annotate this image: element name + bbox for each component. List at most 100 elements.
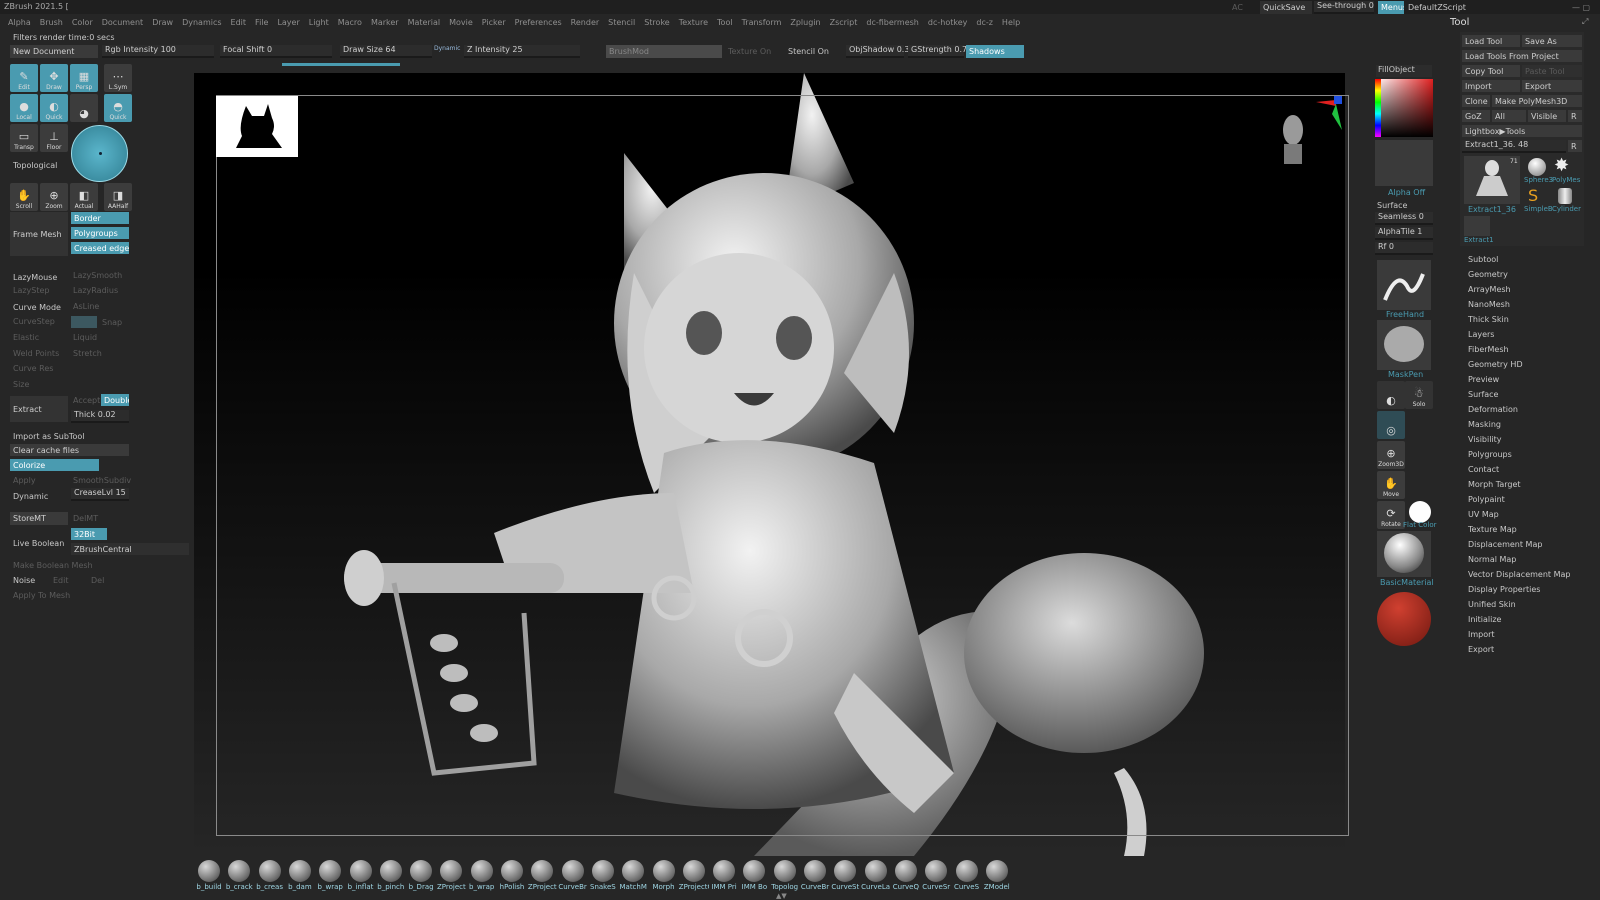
live-boolean-button[interactable]: Live Boolean (13, 539, 64, 548)
size-slider[interactable]: Size (13, 380, 29, 389)
alphatile-slider[interactable]: AlphaTile 1 (1375, 227, 1433, 240)
freehand-stroke-icon[interactable] (1377, 260, 1431, 310)
menu-stroke[interactable]: Stroke (644, 18, 670, 27)
border-toggle[interactable]: Border (71, 212, 129, 224)
zoom3d-button[interactable]: ⊕ Zoom3D (1377, 441, 1405, 469)
polygroups-toggle[interactable]: Polygroups (71, 227, 129, 239)
brush-curvesr[interactable]: CurveSr (921, 860, 951, 891)
menus-button[interactable]: Menus (1378, 1, 1404, 14)
aahalf-button[interactable]: ◨ AAHalf (104, 183, 132, 211)
brush-b-wrap[interactable]: b_wrap (315, 860, 345, 891)
smoothsubdiv-button[interactable]: SmoothSubdiv (73, 476, 131, 485)
edit-button[interactable]: ✎ Edit (10, 64, 38, 92)
brush-b-pinch[interactable]: b_pinch (376, 860, 406, 891)
brushmod-slider[interactable]: BrushMod (606, 45, 722, 58)
subpalette-displacement-map[interactable]: Displacement Map (1468, 540, 1542, 549)
brush-b-build[interactable]: b_build (194, 860, 224, 891)
subpalette-surface[interactable]: Surface (1468, 390, 1498, 399)
brush-b-dam[interactable]: b_dam (285, 860, 315, 891)
draw-button[interactable]: ✥ Draw (40, 64, 68, 92)
subpalette-arraymesh[interactable]: ArrayMesh (1468, 285, 1511, 294)
subpalette-layers[interactable]: Layers (1468, 330, 1494, 339)
navigation-thumbnail[interactable] (216, 96, 298, 157)
subpalette-vector-displacement-map[interactable]: Vector Displacement Map (1468, 570, 1570, 579)
solo-button[interactable]: ☃ Solo (1405, 381, 1433, 409)
subpalette-preview[interactable]: Preview (1468, 375, 1499, 384)
rf-slider[interactable]: Rf 0 (1375, 242, 1433, 255)
subpalette-fibermesh[interactable]: FiberMesh (1468, 345, 1509, 354)
brush-imm-pri[interactable]: IMM Pri (709, 860, 739, 891)
subpalette-geometry-hd[interactable]: Geometry HD (1468, 360, 1523, 369)
paste-tool-button[interactable]: Paste Tool (1522, 65, 1582, 77)
subpalette-morph-target[interactable]: Morph Target (1468, 480, 1521, 489)
stretch-button[interactable]: Stretch (73, 349, 102, 358)
r-button[interactable]: R (1568, 110, 1582, 122)
extract1-tool-icon[interactable] (1464, 216, 1490, 236)
menu-edit[interactable]: Edit (231, 18, 247, 27)
dynamic-icon[interactable]: ◐ (1377, 381, 1405, 409)
brush-b-creas[interactable]: b_creas (255, 860, 285, 891)
simplebrush-icon[interactable]: S (1528, 186, 1538, 205)
subpalette-texture-map[interactable]: Texture Map (1468, 525, 1517, 534)
menu-dc-fibermesh[interactable]: dc-fibermesh (866, 18, 919, 27)
window-controls-icon[interactable]: — ▢ (1572, 3, 1590, 12)
brush-topolog[interactable]: Topolog (770, 860, 800, 891)
extract-button[interactable]: Extract (10, 396, 68, 422)
brush-b-wrap[interactable]: b_wrap (467, 860, 497, 891)
brush-curvebr[interactable]: CurveBr (558, 860, 588, 891)
menu-alpha[interactable]: Alpha (8, 18, 31, 27)
actual-button[interactable]: ◧ Actual (70, 183, 98, 211)
subpalette-contact[interactable]: Contact (1468, 465, 1499, 474)
brush-zproject[interactable]: ZProject (436, 860, 466, 891)
import-as-subtool-button[interactable]: Import as SubTool (13, 432, 84, 441)
subpalette-polygroups[interactable]: Polygroups (1468, 450, 1512, 459)
axis-gizmo-icon[interactable] (1314, 94, 1344, 134)
subpalette-masking[interactable]: Masking (1468, 420, 1501, 429)
save-as-button[interactable]: Save As (1522, 35, 1582, 47)
menu-dc-hotkey[interactable]: dc-hotkey (928, 18, 967, 27)
focal-shift-slider[interactable]: Focal Shift 0 (220, 45, 332, 58)
menu-light[interactable]: Light (309, 18, 329, 27)
curvestep-slider[interactable]: CurveStep (13, 317, 55, 326)
menu-macro[interactable]: Macro (338, 18, 362, 27)
brush-curvest[interactable]: CurveSt (830, 860, 860, 891)
quicksave-button[interactable]: QuickSave (1260, 1, 1312, 14)
brush-morph[interactable]: Morph (649, 860, 679, 891)
subpalette-deformation[interactable]: Deformation (1468, 405, 1518, 414)
orientation-head-icon[interactable] (1278, 108, 1308, 168)
floor-button[interactable]: ⊥ Floor (40, 124, 68, 152)
objshadow-slider[interactable]: ObjShadow 0.3 (846, 45, 909, 58)
fillobject-button[interactable]: FillObject (1376, 65, 1432, 77)
l-sym-button[interactable]: ⋯ L.Sym (104, 64, 132, 92)
menu-help[interactable]: Help (1002, 18, 1020, 27)
local-button[interactable]: ● Local (10, 94, 38, 122)
creaselvl-slider[interactable]: CreaseLvl 15 (71, 488, 129, 501)
noise-edit-button[interactable]: Edit (53, 576, 69, 585)
subpalette-visibility[interactable]: Visibility (1468, 435, 1502, 444)
double-toggle[interactable]: Double (101, 394, 129, 406)
brush-b-drag[interactable]: b_Drag (406, 860, 436, 891)
menu-marker[interactable]: Marker (371, 18, 399, 27)
lazysmooth-slider[interactable]: LazySmooth (73, 271, 122, 280)
load-tool-button[interactable]: Load Tool (1462, 35, 1520, 47)
lazyradius-slider[interactable]: LazyRadius (73, 286, 118, 295)
subpalette-subtool[interactable]: Subtool (1468, 255, 1498, 264)
default-zscript[interactable]: DefaultZScript (1408, 3, 1466, 12)
menu-zscript[interactable]: Zscript (830, 18, 858, 27)
basic-material-slot[interactable] (1377, 531, 1431, 577)
menu-dc-z[interactable]: dc-z (976, 18, 993, 27)
material-button[interactable]: ◕ (70, 94, 98, 122)
rotate-button[interactable]: ⟳ Rotate (1377, 501, 1405, 529)
storemt-button[interactable]: StoreMT (10, 512, 68, 525)
dynamic-toggle[interactable]: Dynamic (434, 45, 460, 52)
dynamic-button[interactable]: Dynamic (13, 492, 48, 501)
noise-button[interactable]: Noise (13, 576, 35, 585)
menu-document[interactable]: Document (102, 18, 143, 27)
zoom-button[interactable]: ⊕ Zoom (40, 183, 68, 211)
brush-curveq[interactable]: CurveQ (891, 860, 921, 891)
frame-mesh-button[interactable]: Frame Mesh (10, 212, 68, 256)
visible-button[interactable]: Visible (1528, 110, 1566, 122)
colorize-toggle[interactable]: Colorize (10, 459, 99, 471)
brush-hpolish[interactable]: hPolish (497, 860, 527, 891)
persp-button[interactable]: ▦ Persp (70, 64, 98, 92)
